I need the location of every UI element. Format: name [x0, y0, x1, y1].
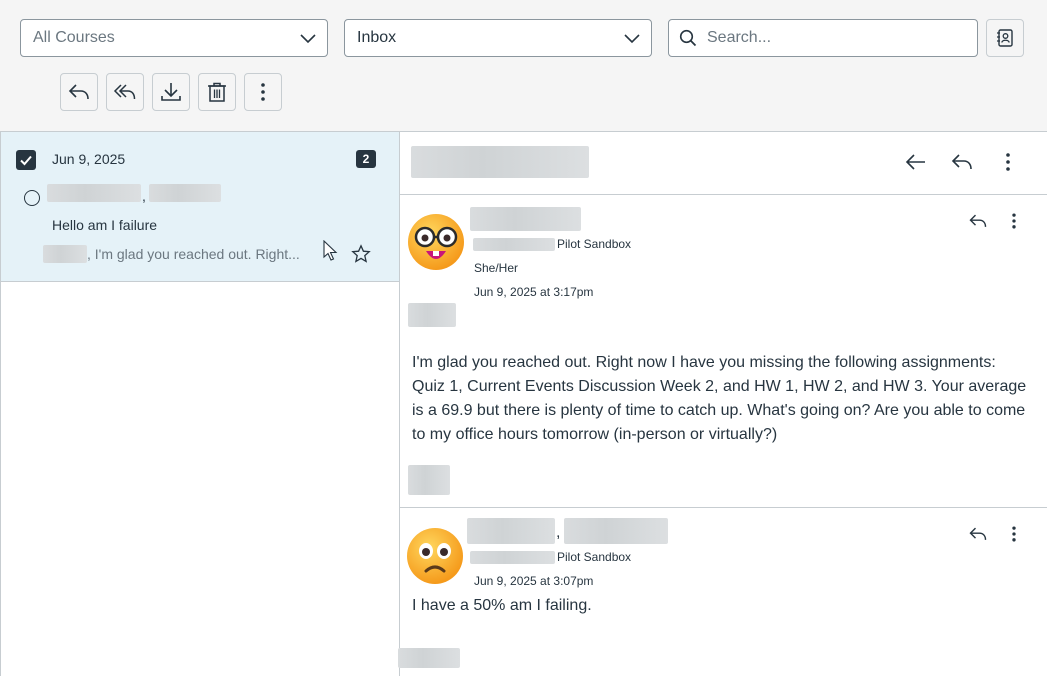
more-vertical-icon — [1012, 213, 1016, 229]
message-reply-button[interactable] — [964, 520, 992, 548]
search-input[interactable] — [707, 29, 957, 47]
message-count-badge: 2 — [356, 150, 376, 168]
message-more-button[interactable] — [1000, 520, 1028, 548]
author-pronouns: She/Her — [474, 261, 519, 275]
reply-button[interactable] — [60, 73, 98, 111]
star-icon[interactable] — [351, 244, 371, 264]
more-vertical-icon — [261, 83, 265, 101]
redacted-author-detail — [473, 237, 555, 251]
message-item: Pilot Sandbox She/Her Jun 9, 2025 at 3:1… — [400, 195, 1047, 507]
conversation-list: Jun 9, 2025 2 , Hello am I failure , I'm… — [0, 132, 400, 676]
chevron-down-icon — [300, 34, 316, 44]
arrow-left-icon — [905, 154, 925, 170]
reply-icon — [969, 214, 987, 227]
check-icon — [20, 155, 32, 166]
more-options-button[interactable] — [244, 73, 282, 111]
mouse-cursor-icon — [323, 240, 338, 261]
mailbox-filter-value: Inbox — [357, 29, 397, 46]
header-reply-button[interactable] — [948, 148, 976, 176]
more-vertical-icon — [1012, 526, 1016, 542]
course-name: Pilot Sandbox — [557, 237, 632, 251]
conversation-date: Jun 9, 2025 — [52, 151, 126, 167]
message-course-line: Pilot Sandbox — [473, 237, 631, 251]
avatar — [408, 214, 464, 270]
course-filter-value: All Courses — [33, 29, 115, 46]
participant-separator: , — [142, 188, 146, 204]
download-icon — [161, 83, 181, 101]
message-body: I have a 50% am I failing. — [412, 597, 592, 614]
redacted-participant-name — [149, 184, 221, 202]
redacted-author-detail — [470, 550, 555, 564]
reply-all-button[interactable] — [106, 73, 144, 111]
message-body: I'm glad you reached out. Right now I ha… — [412, 354, 1027, 443]
redacted-signature — [398, 648, 460, 668]
address-book-button[interactable] — [986, 19, 1024, 57]
course-name: Pilot Sandbox — [557, 550, 632, 564]
delete-button[interactable] — [198, 73, 236, 111]
message-more-button[interactable] — [1000, 207, 1028, 235]
redacted-participant-name — [47, 184, 141, 202]
message-reply-button[interactable] — [964, 207, 992, 235]
address-book-icon — [997, 29, 1013, 47]
reply-icon — [68, 84, 89, 100]
conversation-preview: , I'm glad you reached out. Right... — [43, 245, 300, 263]
conversation-preview-text: , I'm glad you reached out. Right... — [87, 246, 300, 262]
reply-icon — [951, 154, 972, 170]
avatar — [407, 528, 463, 584]
redacted-signature — [408, 465, 450, 495]
message-course-line: Pilot Sandbox — [470, 550, 631, 564]
message-pane-header — [400, 132, 1047, 195]
inbox-toolbar: All Courses Inbox — [0, 0, 1047, 132]
redacted-recipient-name — [564, 518, 668, 544]
conversation-subject: Hello am I failure — [52, 217, 158, 233]
header-more-button[interactable] — [994, 148, 1022, 176]
mark-unread-toggle[interactable] — [24, 190, 40, 206]
redacted-sender-name — [43, 245, 87, 263]
course-filter-select[interactable]: All Courses — [20, 19, 328, 57]
redacted-conversation-subject — [411, 146, 589, 178]
conversation-list-item[interactable]: Jun 9, 2025 2 , Hello am I failure , I'm… — [1, 132, 399, 282]
message-timestamp: Jun 9, 2025 at 3:17pm — [474, 285, 594, 299]
message-item: , Pilot Sandbox Jun 9, 2025 at 3:07pm I … — [398, 508, 1047, 676]
search-field[interactable] — [668, 19, 978, 57]
select-conversation-checkbox[interactable] — [16, 150, 36, 170]
message-pane: Pilot Sandbox She/Her Jun 9, 2025 at 3:1… — [398, 132, 1047, 676]
mailbox-filter-select[interactable]: Inbox — [344, 19, 652, 57]
reply-icon — [969, 527, 987, 540]
back-button[interactable] — [902, 148, 930, 176]
reply-all-icon — [113, 84, 136, 100]
message-timestamp: Jun 9, 2025 at 3:07pm — [474, 574, 594, 588]
redacted-author-name — [467, 518, 555, 544]
trash-icon — [208, 82, 226, 102]
download-button[interactable] — [152, 73, 190, 111]
redacted-greeting — [408, 303, 456, 327]
chevron-down-icon — [624, 34, 640, 44]
author-separator: , — [556, 524, 561, 541]
more-vertical-icon — [1006, 153, 1010, 171]
search-icon — [679, 29, 697, 47]
redacted-author-name — [470, 207, 581, 231]
